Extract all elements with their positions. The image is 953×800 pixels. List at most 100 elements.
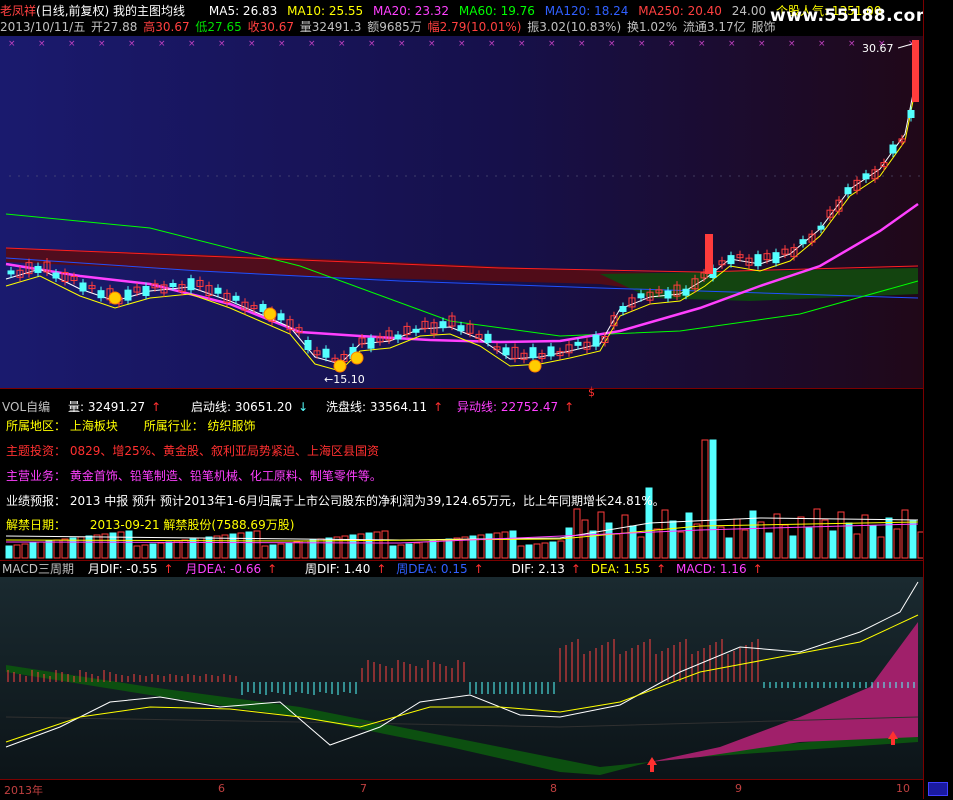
grid-dot xyxy=(90,175,92,177)
candle-body xyxy=(844,187,852,195)
forecast-label: 业绩预报： xyxy=(6,494,67,508)
grid-dot xyxy=(288,175,290,177)
x-label-10: 10 xyxy=(896,782,910,795)
month-dif-up-icon: ↑ xyxy=(163,562,174,576)
grid-dot xyxy=(423,175,425,177)
candle-body xyxy=(7,270,15,275)
macd-title[interactable]: MACD三周期 xyxy=(2,562,74,576)
x-mark-icon: × xyxy=(398,39,406,49)
ma10-value: MA10: 25.55 xyxy=(287,4,364,18)
price-chart[interactable]: × × × × × × × × × × × × × × × × × × × × × × × × × × × × × × × 30.67 ←1… xyxy=(0,36,923,388)
x-mark-icon: × xyxy=(8,39,16,49)
vol-title[interactable]: VOL自编 xyxy=(2,400,50,414)
grid-dot xyxy=(738,175,740,177)
candle-body xyxy=(304,340,312,350)
month-dif-value: 月DIF: -0.55 xyxy=(87,562,158,576)
quote-close: 收30.67 xyxy=(247,20,294,34)
x-mark-icon: × xyxy=(818,39,826,49)
volume-bar xyxy=(765,532,773,559)
grid-dot xyxy=(882,175,884,177)
indicator-name[interactable]: 我的主图均线 xyxy=(113,4,185,18)
stock-name[interactable]: 老凤祥 xyxy=(0,4,36,18)
volume-bar xyxy=(125,530,133,559)
x-mark-icon: × xyxy=(98,39,106,49)
x-mark-icon: × xyxy=(548,39,556,49)
x-mark-icon: × xyxy=(338,39,346,49)
candle-body xyxy=(169,283,177,287)
x-mark-icon: × xyxy=(698,39,706,49)
header-quote-row: 2013/10/11/五 开27.88 高30.67 低27.65 收30.67… xyxy=(0,20,782,35)
volume-bar xyxy=(85,535,93,559)
volume-bar xyxy=(429,540,437,559)
week-dif-value: 周DIF: 1.40 xyxy=(305,562,371,576)
macd-header-row: MACD三周期 月DIF: -0.55 ↑ 月DEA: -0.66 ↑ 周DIF: … xyxy=(0,562,769,577)
candle-body xyxy=(232,295,240,301)
candle-body xyxy=(214,287,222,294)
candle-body xyxy=(682,288,690,296)
grid-dot xyxy=(918,175,920,177)
grid-dot xyxy=(153,175,155,177)
x-mark-icon: × xyxy=(428,39,436,49)
candle-body xyxy=(394,334,402,340)
candle-body xyxy=(124,289,132,301)
grid-dot xyxy=(459,175,461,177)
candle-body xyxy=(34,265,42,273)
volume-bar xyxy=(789,535,797,559)
grid-dot xyxy=(810,175,812,177)
candle-body xyxy=(619,306,627,312)
candle-body xyxy=(889,144,897,154)
volume-bar xyxy=(365,532,373,559)
scroll-handle[interactable] xyxy=(928,782,948,796)
month-dea-value: 月DEA: -0.66 xyxy=(185,562,262,576)
grid-dot xyxy=(900,175,902,177)
header-ma-row: 老凤祥(日线,前复权) 我的主图均线 MA5: 26.83 MA10: 25.5… xyxy=(0,4,887,19)
month-dea-up-icon: ↑ xyxy=(267,562,278,576)
volume-bar xyxy=(165,541,173,559)
ma250-value: MA250: 20.40 xyxy=(638,4,722,18)
chart-mode[interactable]: (日线,前复权) xyxy=(36,4,109,18)
grid-dot xyxy=(432,175,434,177)
x-mark-icon: × xyxy=(758,39,766,49)
volume-bar xyxy=(245,531,253,559)
candle-body xyxy=(367,337,375,349)
dea-up-icon: ↑ xyxy=(656,562,667,576)
grid-dot xyxy=(576,175,578,177)
grid-dot xyxy=(450,175,452,177)
grid-dot xyxy=(396,175,398,177)
candle-body xyxy=(799,239,807,245)
ma20-value: MA20: 23.32 xyxy=(373,4,450,18)
x-label-8: 8 xyxy=(550,782,557,795)
extra-value: 24.00 xyxy=(731,4,767,18)
grid-dot xyxy=(693,175,695,177)
vol-up-icon: ↑ xyxy=(151,400,162,414)
region-value: 上海板块 xyxy=(69,419,118,433)
grid-dot xyxy=(657,175,659,177)
info-forecast-row: 业绩预报： 2013 中报 预升 预计2013年1-6月归属于上市公司股东的净利… xyxy=(6,493,665,509)
week-dea-value: 周DEA: 0.15 xyxy=(396,562,468,576)
dif-value: DIF: 2.13 xyxy=(511,562,565,576)
grid-dot xyxy=(225,175,227,177)
right-price-scale[interactable] xyxy=(923,0,953,799)
grid-dot xyxy=(531,175,533,177)
x-mark-icon: × xyxy=(278,39,286,49)
macd-chart[interactable] xyxy=(0,577,923,779)
x-mark-icon: × xyxy=(368,39,376,49)
x-mark-icon: × xyxy=(68,39,76,49)
candle-body xyxy=(457,325,465,332)
grid-dot xyxy=(846,175,848,177)
unlock-label: 解禁日期： xyxy=(6,518,67,532)
volume-bar xyxy=(885,517,893,559)
quote-float: 流通3.17亿 xyxy=(682,20,746,34)
volume-bar xyxy=(605,522,613,559)
grid-dot xyxy=(855,175,857,177)
volume-bar xyxy=(845,522,853,559)
grid-dot xyxy=(603,175,605,177)
volume-bar xyxy=(509,530,517,559)
grid-dot xyxy=(621,175,623,177)
grid-dot xyxy=(171,175,173,177)
volume-bar xyxy=(485,533,493,559)
grid-dot xyxy=(234,175,236,177)
grid-dot xyxy=(648,175,650,177)
grid-dot xyxy=(252,175,254,177)
dif-up-icon: ↑ xyxy=(570,562,581,576)
